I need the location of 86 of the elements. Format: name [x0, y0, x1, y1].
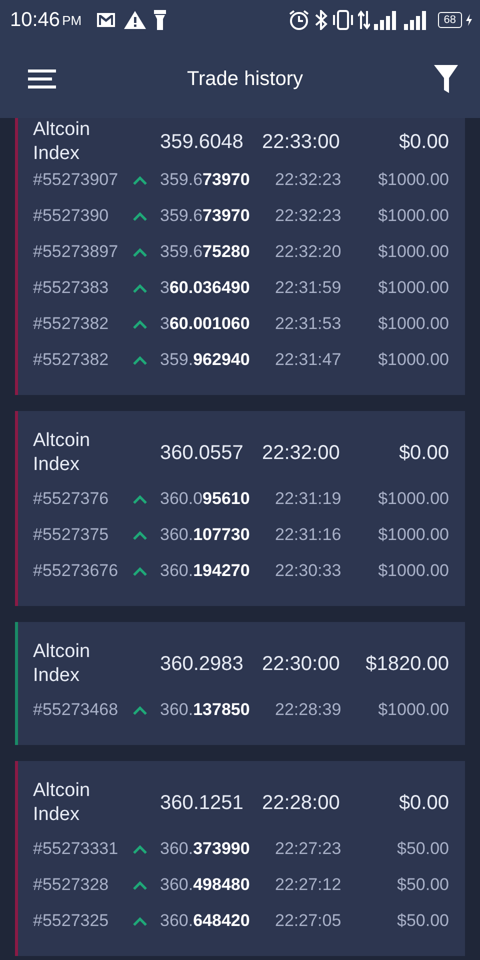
data-arrows-icon: [358, 10, 370, 30]
trade-card[interactable]: Altcoin Index 360.1251 22:28:00 $0.00 #55273331 360.373990 22:27:23 $50.00 #5527328 360.498480 22:27:12 $50.00 #5527325 360.648420 22:27:05 $50.00: [15, 761, 465, 956]
battery-level: 68: [438, 12, 462, 28]
order-id: #5527390: [33, 206, 110, 226]
menu-button[interactable]: [26, 67, 58, 91]
order-time: 22:31:47: [275, 350, 342, 370]
order-price: 360.498480: [160, 875, 251, 895]
order-amount: $1000.00: [378, 242, 449, 262]
vibrate-icon: [332, 10, 354, 30]
order-time: 22:31:16: [275, 525, 342, 545]
order-amount: $1000.00: [378, 525, 449, 545]
order-price: 359.673970: [160, 170, 251, 190]
asset-name: Altcoin Index: [33, 429, 92, 477]
order-id: #55273907: [33, 170, 120, 190]
open-price: 360.1251: [160, 792, 244, 814]
order-amount: $1000.00: [378, 700, 449, 720]
asset-name: Altcoin Index: [33, 640, 92, 688]
clock-period: PM: [62, 12, 82, 28]
asset-name: Altcoin Index: [33, 118, 92, 166]
order-amount: $1000.00: [378, 278, 449, 298]
order-amount: $1000.00: [378, 206, 449, 226]
order-id: #5527382: [33, 314, 110, 334]
order-id: #55273468: [33, 700, 120, 720]
open-price: 359.6048: [160, 130, 244, 154]
order-id: #55273897: [33, 242, 120, 262]
warning-icon: [124, 11, 146, 29]
trade-card[interactable]: [15, 118, 465, 395]
expiry-time: 22:30:00: [262, 652, 340, 676]
order-id: #5527375: [33, 525, 110, 545]
order-price: 360.001060: [160, 314, 251, 334]
order-id: #5527382: [33, 350, 110, 370]
order-time: 22:31:53: [275, 314, 342, 334]
bluetooth-icon: [314, 10, 328, 30]
order-amount: $50.00: [397, 875, 449, 895]
order-time: 22:32:23: [275, 206, 342, 226]
order-price: 360.107730: [160, 525, 251, 545]
order-price: 360.137850: [160, 700, 251, 720]
payout-amount: $0.00: [398, 130, 449, 154]
order-price: 360.373990: [160, 839, 251, 859]
order-price: 360.036490: [160, 278, 251, 298]
order-time: 22:32:23: [275, 170, 342, 190]
payout-amount: $0.00: [398, 442, 449, 464]
flashlight-icon: [154, 10, 166, 30]
payout-amount: $1820.00: [364, 652, 449, 676]
open-price: 360.2983: [160, 652, 244, 676]
payout-amount: $0.00: [398, 792, 449, 814]
order-time: 22:31:59: [275, 278, 342, 298]
order-price: 360.095610: [160, 489, 251, 509]
order-price: 359.675280: [160, 242, 251, 262]
order-time: 22:31:19: [275, 489, 342, 509]
filter-button[interactable]: [432, 63, 460, 95]
order-amount: $1000.00: [378, 314, 449, 334]
trade-card[interactable]: Altcoin Index 360.2983 22:30:00 $1820.00 #55273468 360.137850 22:28:39 $1000.00: [15, 622, 465, 745]
order-price: 360.194270: [160, 561, 251, 581]
order-amount: $1000.00: [378, 489, 449, 509]
order-time: 22:27:12: [275, 875, 342, 895]
clock: 10:46: [10, 8, 60, 32]
order-id: #55273676: [33, 561, 120, 581]
expiry-time: 22:32:00: [262, 442, 340, 464]
order-amount: $50.00: [397, 839, 449, 859]
order-price: 359.962940: [160, 350, 251, 370]
charging-icon: [466, 14, 472, 26]
order-price: 360.648420: [160, 911, 251, 931]
trade-card[interactable]: Altcoin Index 360.0557 22:32:00 $0.00 #5527376 360.095610 22:31:19 $1000.00 #5527375 360.107730 22:31:16 $1000.00 #55273676 360.194270 22:30:33 $1000.00: [15, 411, 465, 606]
mail-icon: [96, 12, 116, 28]
order-id: #5527383: [33, 278, 110, 298]
order-time: 22:27:23: [275, 839, 342, 859]
order-amount: $1000.00: [378, 350, 449, 370]
order-time: 22:28:39: [275, 700, 342, 720]
order-id: #5527325: [33, 911, 110, 931]
screen-title: Trade history: [187, 68, 303, 90]
order-id: #5527328: [33, 875, 110, 895]
order-time: 22:27:05: [275, 911, 342, 931]
order-id: #5527376: [33, 489, 110, 509]
order-time: 22:30:33: [275, 561, 342, 581]
order-time: 22:32:20: [275, 242, 342, 262]
open-price: 360.0557: [160, 442, 244, 464]
order-price: 359.673970: [160, 206, 251, 226]
alarm-icon: [288, 9, 310, 31]
expiry-time: 22:33:00: [262, 130, 340, 154]
asset-name: Altcoin Index: [33, 779, 92, 827]
order-amount: $50.00: [397, 911, 449, 931]
order-id: #55273331: [33, 839, 120, 859]
order-amount: $1000.00: [378, 170, 449, 190]
order-amount: $1000.00: [378, 561, 449, 581]
expiry-time: 22:28:00: [262, 792, 340, 814]
